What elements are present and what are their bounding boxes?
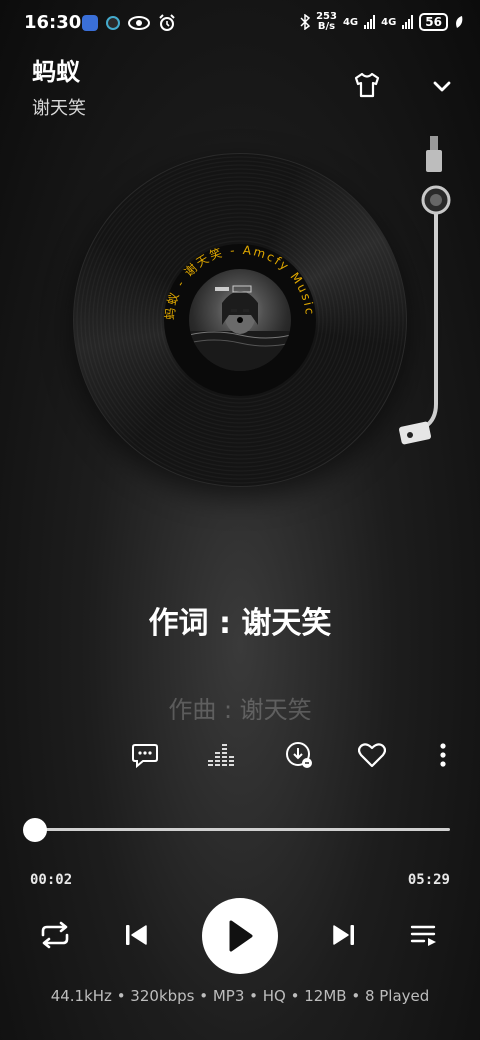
current-time: 00:02 — [30, 872, 73, 888]
signal-icon — [364, 15, 376, 29]
like-button[interactable] — [357, 740, 387, 770]
repeat-icon — [41, 921, 69, 949]
next-icon — [333, 925, 354, 945]
more-icon — [440, 743, 446, 767]
total-time: 05:29 — [407, 872, 450, 888]
heart-icon — [358, 743, 386, 768]
app-notification-icon — [106, 16, 120, 30]
sim2-label: 4G — [381, 16, 397, 28]
play-icon — [229, 920, 253, 952]
download-icon — [286, 742, 312, 768]
disc-label-textpath: 蚂蚁 - 谢天笑 - Amcfy Music@2025 — [74, 154, 315, 320]
song-title: 蚂蚁 — [32, 58, 80, 86]
action-row — [0, 740, 480, 770]
play-button[interactable] — [202, 898, 278, 974]
progress-thumb[interactable] — [22, 818, 47, 842]
shirt-icon — [354, 72, 380, 98]
skin-button[interactable] — [352, 70, 382, 100]
download-button[interactable] — [284, 740, 314, 770]
more-button[interactable] — [428, 740, 458, 770]
previous-icon — [126, 925, 147, 945]
app-notification-icon — [82, 15, 98, 31]
eye-icon — [128, 16, 150, 30]
bluetooth-icon — [300, 14, 311, 30]
sim1-label: 4G — [342, 16, 359, 28]
lyric-next[interactable]: 作曲 : 谢天笑 — [0, 690, 480, 720]
next-button[interactable] — [328, 920, 360, 950]
playlist-icon — [410, 925, 436, 946]
network-speed-unit: B/s — [317, 21, 336, 32]
status-bar: 16:30 253 B/s 4G 4G 56 — [0, 0, 480, 44]
comment-button[interactable] — [130, 740, 160, 770]
vinyl-disc[interactable]: 蚂蚁 - 谢天笑 - Amcfy Music@2025 — [74, 154, 406, 486]
comment-icon — [132, 744, 158, 768]
svg-text:蚂蚁 - 谢天笑 - Amcfy Music@2025: 蚂蚁 - 谢天笑 - Amcfy Music@2025 — [74, 154, 317, 320]
status-time: 16:30 — [24, 12, 82, 33]
chevron-down-icon — [433, 81, 451, 92]
previous-button[interactable] — [120, 920, 152, 950]
battery-indicator: 56 — [419, 13, 448, 31]
collapse-button[interactable] — [430, 74, 454, 98]
leaf-icon — [456, 16, 463, 28]
repeat-button[interactable] — [36, 920, 74, 950]
status-right: 253 B/s 4G 4G 56 — [300, 12, 464, 32]
alarm-icon — [159, 14, 175, 31]
equalizer-icon — [208, 744, 234, 766]
disc-label-text: 蚂蚁 - 谢天笑 - Amcfy Music@2025 — [74, 154, 317, 320]
progress-bar[interactable] — [32, 828, 450, 831]
equalizer-button[interactable] — [206, 740, 236, 770]
artist-name[interactable]: 谢天笑 — [32, 94, 86, 120]
notification-icons — [82, 14, 176, 32]
network-speed: 253 B/s — [316, 12, 337, 32]
lyric-current[interactable]: 作词 : 谢天笑 — [0, 598, 480, 642]
signal-icon — [402, 15, 414, 29]
playlist-button[interactable] — [408, 920, 440, 950]
audio-info: 44.1kHz • 320kbps • MP3 • HQ • 12MB • 8 … — [50, 987, 430, 1005]
tonearm — [399, 136, 451, 445]
